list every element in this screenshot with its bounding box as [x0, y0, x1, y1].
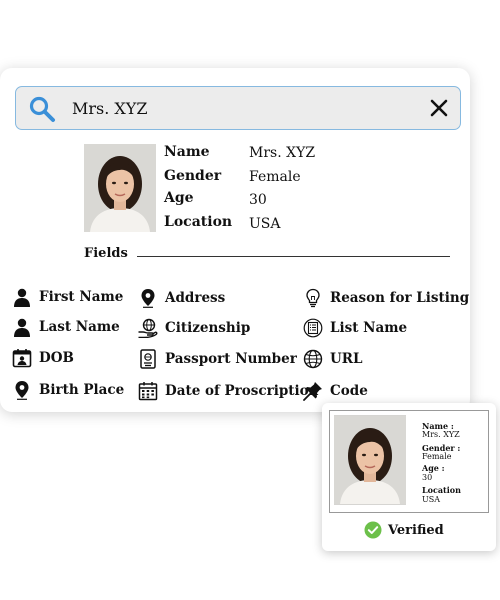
verify-location-label: Location	[422, 485, 461, 495]
field-address[interactable]: Address	[138, 288, 225, 308]
verification-photo	[334, 415, 406, 505]
profile-photo	[84, 144, 156, 232]
location-value: USA	[249, 216, 281, 232]
calendar-grid-icon	[138, 382, 158, 401]
field-label: URL	[330, 351, 363, 367]
fields-divider	[137, 256, 450, 257]
field-label: Last Name	[39, 319, 120, 335]
pushpin-icon	[303, 382, 322, 401]
globe-hand-icon	[138, 318, 158, 338]
age-label: Age	[164, 190, 194, 206]
verify-age-value: 30	[422, 473, 433, 482]
field-code[interactable]: Code	[303, 381, 368, 401]
globe-icon	[303, 349, 323, 369]
field-label: Code	[330, 383, 368, 399]
field-dob[interactable]: DOB	[12, 348, 74, 368]
field-passport-number[interactable]: Passport Number	[138, 349, 297, 369]
field-label: Passport Number	[165, 351, 297, 367]
verified-status: Verified	[364, 521, 444, 539]
field-first-name[interactable]: First Name	[12, 287, 123, 307]
field-last-name[interactable]: Last Name	[12, 317, 120, 337]
field-label: DOB	[39, 350, 74, 366]
field-label: Citizenship	[165, 320, 251, 336]
verification-card: Name : Mrs. XYZ Gender : Female Age : 30…	[322, 403, 496, 551]
check-circle-icon	[364, 521, 382, 539]
verification-details: Name : Mrs. XYZ Gender : Female Age : 30…	[329, 410, 489, 513]
age-value: 30	[249, 192, 267, 208]
field-list-name[interactable]: List Name	[303, 318, 407, 338]
field-birth-place[interactable]: Birth Place	[12, 380, 124, 400]
field-label: Address	[165, 290, 226, 306]
gender-value: Female	[249, 169, 301, 185]
list-icon	[303, 318, 323, 338]
field-label: Birth Place	[39, 382, 125, 398]
search-icon	[29, 96, 55, 122]
field-date-of-proscription[interactable]: Date of Proscription	[138, 381, 318, 401]
close-icon[interactable]	[428, 97, 450, 119]
field-reason-for-listing[interactable]: Reason for Listing	[303, 288, 469, 308]
field-citizenship[interactable]: Citizenship	[138, 318, 250, 338]
verify-gender-value: Female	[422, 452, 452, 461]
name-value: Mrs. XYZ	[249, 145, 316, 161]
lightbulb-icon	[306, 288, 320, 308]
field-url[interactable]: URL	[303, 349, 362, 369]
verified-label: Verified	[388, 522, 444, 538]
person-icon	[14, 288, 30, 307]
search-bar[interactable]	[15, 86, 461, 130]
location-label: Location	[164, 214, 233, 230]
verify-location-value: USA	[422, 495, 440, 504]
field-label: Date of Proscription	[165, 383, 319, 399]
verify-name-value: Mrs. XYZ	[422, 430, 460, 439]
fields-title: Fields	[84, 246, 128, 261]
person-icon	[14, 318, 30, 337]
field-label: List Name	[330, 320, 408, 336]
search-input[interactable]	[72, 94, 412, 122]
field-label: First Name	[39, 289, 124, 305]
field-label: Reason for Listing	[330, 290, 470, 306]
gender-label: Gender	[164, 168, 222, 184]
calendar-user-icon	[12, 349, 32, 368]
location-pin-icon	[141, 289, 155, 308]
location-pin-icon	[15, 381, 29, 400]
verify-age-label: Age :	[422, 463, 445, 473]
passport-icon	[140, 349, 156, 369]
name-label: Name	[164, 144, 210, 160]
profile-card: Name Gender Age Location Mrs. XYZ Female…	[0, 68, 470, 412]
